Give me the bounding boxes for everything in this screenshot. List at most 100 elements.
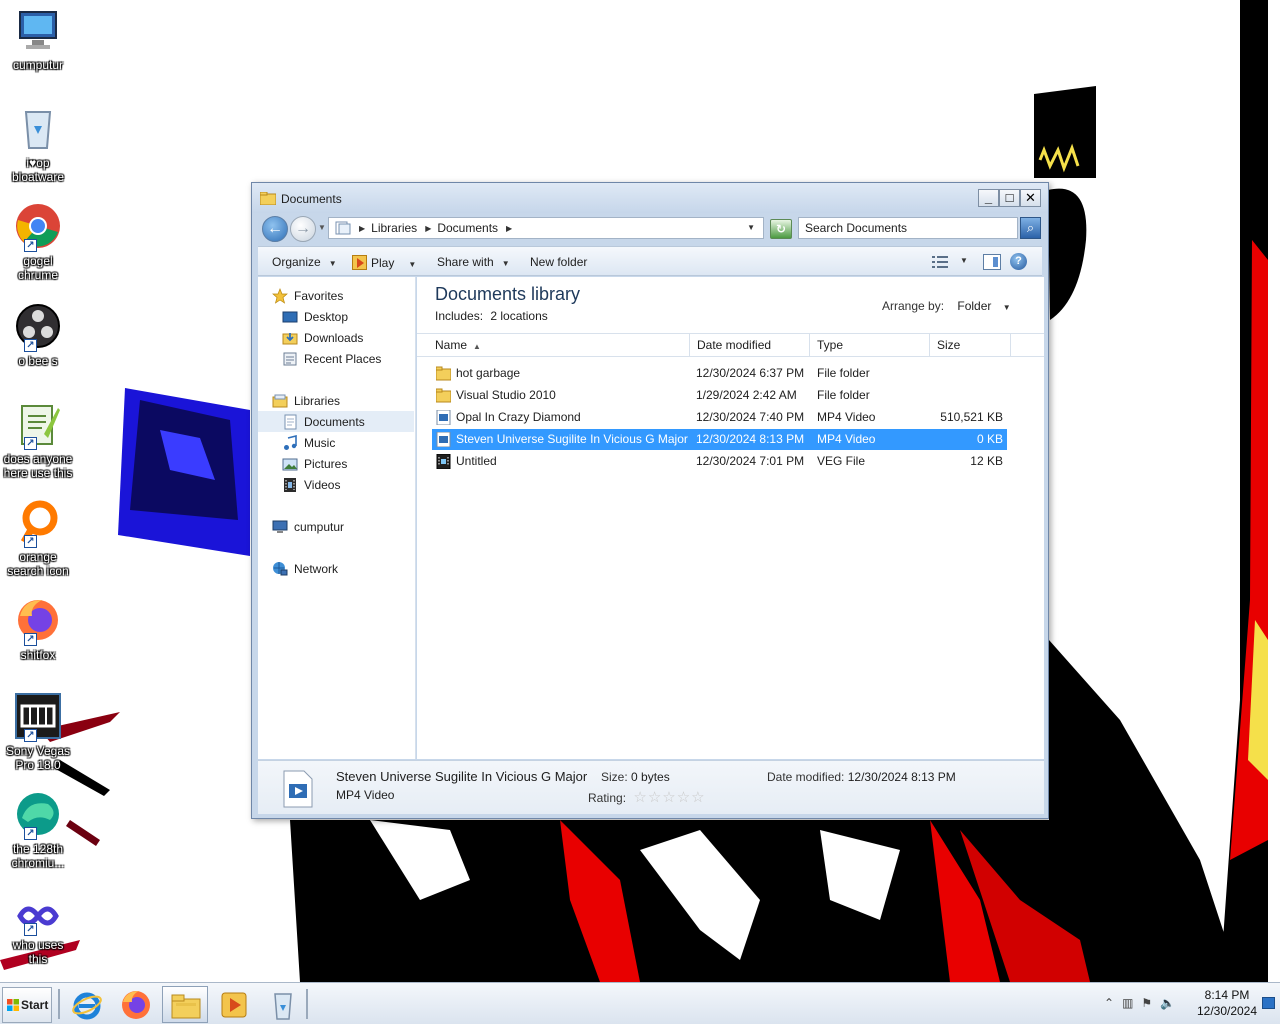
- nav-libraries[interactable]: Libraries: [258, 390, 414, 411]
- nav-desktop[interactable]: Desktop: [258, 306, 414, 327]
- action-center-flag-icon[interactable]: ⚑: [1141, 996, 1152, 1010]
- nav-label: Network: [294, 561, 339, 576]
- organize-menu[interactable]: Organize ▼: [272, 255, 337, 269]
- firefox-icon: [122, 991, 150, 1019]
- locations-link[interactable]: 2 locations: [490, 309, 547, 323]
- star-icon: [272, 287, 288, 304]
- nav-downloads[interactable]: Downloads: [258, 327, 414, 348]
- desktop-icon-computer[interactable]: cumputur: [2, 6, 74, 72]
- file-row[interactable]: Untitled 12/30/2024 7:01 PM VEG File 12 …: [432, 451, 1007, 472]
- file-row[interactable]: Visual Studio 2010 1/29/2024 2:42 AM Fil…: [432, 385, 1007, 406]
- nav-videos[interactable]: Videos: [258, 474, 414, 495]
- libraries-icon: [272, 394, 288, 407]
- nav-label: Downloads: [304, 330, 364, 345]
- nav-documents[interactable]: Documents: [258, 411, 414, 432]
- shortcut-arrow-icon: ↗: [24, 729, 37, 742]
- computer-icon: [19, 11, 57, 49]
- nav-computer[interactable]: cumputur: [258, 516, 414, 537]
- nav-label: Favorites: [294, 288, 344, 303]
- close-button[interactable]: ✕: [1020, 189, 1041, 207]
- clock[interactable]: 8:14 PM 12/30/2024: [1192, 987, 1262, 1019]
- desktop-icon-firefox[interactable]: ↗ shitfox: [2, 596, 74, 662]
- shortcut-arrow-icon: ↗: [24, 437, 37, 450]
- shortcut-arrow-icon: ↗: [24, 535, 37, 548]
- view-options-dropdown-icon[interactable]: ▼: [960, 256, 968, 265]
- recycle-bin-icon: [274, 993, 292, 1020]
- nav-recent-places[interactable]: Recent Places: [258, 348, 414, 369]
- show-hidden-icons-icon[interactable]: ⌃: [1104, 996, 1114, 1010]
- help-icon[interactable]: ?: [1010, 253, 1027, 270]
- column-header-name[interactable]: Name ▲: [428, 334, 690, 356]
- column-header-date[interactable]: Date modified: [690, 334, 810, 356]
- refresh-button[interactable]: ↻: [770, 219, 792, 239]
- rating-stars-icon[interactable]: ☆☆☆☆☆: [633, 789, 705, 806]
- taskbar-recycle-bin[interactable]: [260, 986, 306, 1023]
- file-date: 12/30/2024 7:01 PM: [696, 454, 805, 468]
- address-bar[interactable]: ▶ Libraries ▶ Documents ▶ ▼: [328, 217, 764, 239]
- network-tray-icon[interactable]: ▥: [1122, 996, 1133, 1010]
- breadcrumb-separator-icon[interactable]: ▶: [359, 224, 365, 233]
- taskbar-firefox[interactable]: [113, 986, 159, 1023]
- nav-label: Pictures: [304, 456, 348, 471]
- new-folder-button[interactable]: New folder: [530, 255, 587, 269]
- nav-network[interactable]: Network: [258, 558, 414, 579]
- navigation-pane: Favorites Desktop Downloads Recent Place…: [258, 277, 416, 759]
- forward-button[interactable]: →: [290, 216, 316, 242]
- taskbar-media-player[interactable]: [211, 986, 257, 1023]
- desktop-icon-visual-studio[interactable]: ↗ who uses this: [2, 898, 74, 966]
- maximize-button[interactable]: □: [999, 189, 1020, 207]
- internet-explorer-icon: [72, 992, 102, 1020]
- volume-icon[interactable]: 🔈: [1160, 996, 1175, 1010]
- desktop-icon: [282, 311, 298, 322]
- taskbar: Start ⌃ ▥ ⚑ 🔈 8:14 PM 12/30/2024: [0, 982, 1280, 1024]
- column-header-size[interactable]: Size: [930, 334, 1011, 356]
- desktop-icon-label: Sony Vegas Pro 18.0: [5, 744, 71, 772]
- file-row[interactable]: Opal In Crazy Diamond 12/30/2024 7:40 PM…: [432, 407, 1007, 428]
- show-desktop-button[interactable]: [1262, 997, 1275, 1009]
- documents-icon: [284, 414, 297, 429]
- minimize-button[interactable]: _: [978, 189, 999, 207]
- file-name: Visual Studio 2010: [456, 388, 556, 402]
- play-menu[interactable]: Play ▼: [352, 255, 416, 270]
- breadcrumb-separator-icon[interactable]: ▶: [425, 224, 431, 233]
- start-button[interactable]: Start: [2, 987, 52, 1023]
- breadcrumb-documents[interactable]: Documents: [437, 221, 498, 235]
- preview-pane-icon[interactable]: [983, 254, 1001, 270]
- file-row-selected[interactable]: Steven Universe Sugilite In Vicious G Ma…: [432, 429, 1007, 450]
- chevron-down-icon: ▼: [328, 259, 337, 268]
- column-headers: Name ▲ Date modified Type Size: [417, 333, 1044, 357]
- nav-label: Documents: [304, 414, 365, 429]
- taskbar-explorer[interactable]: [162, 986, 208, 1023]
- arrange-by[interactable]: Arrange by: Folder ▼: [882, 299, 1011, 313]
- desktop-icon-edge[interactable]: ↗ the 128th chromiu...: [2, 790, 74, 870]
- desktop-icon-chrome[interactable]: ↗ gogel chrume: [2, 202, 74, 282]
- share-with-menu[interactable]: Share with ▼: [437, 255, 510, 269]
- file-list-pane: Documents library Includes: 2 locations …: [417, 277, 1044, 759]
- title-bar[interactable]: Documents _ □ ✕: [252, 183, 1048, 213]
- desktop-icon-obs[interactable]: ↗ o bee s: [2, 302, 74, 368]
- desktop-icon-vegas[interactable]: ↗ Sony Vegas Pro 18.0: [2, 692, 74, 772]
- nav-pictures[interactable]: Pictures: [258, 453, 414, 474]
- nav-label: cumputur: [294, 519, 345, 534]
- column-header-type[interactable]: Type: [810, 334, 930, 356]
- address-dropdown-icon[interactable]: ▼: [747, 223, 755, 232]
- taskbar-internet-explorer[interactable]: [64, 986, 110, 1023]
- recent-pages-dropdown-icon[interactable]: ▼: [318, 223, 326, 232]
- details-rating: Rating: ☆☆☆☆☆: [588, 788, 706, 806]
- desktop-icon-notepad[interactable]: ↗ does anyone here use this: [2, 400, 74, 480]
- desktop-icon-recycle-bin[interactable]: i♥op bloatware: [2, 104, 74, 184]
- change-view-icon[interactable]: [931, 255, 949, 269]
- breadcrumb-libraries[interactable]: Libraries: [371, 221, 417, 235]
- file-size: 510,521 KB: [940, 410, 1003, 424]
- search-input[interactable]: Search Documents: [798, 217, 1018, 239]
- chrome-icon: [16, 204, 60, 248]
- breadcrumb-separator-icon[interactable]: ▶: [506, 224, 512, 233]
- sort-ascending-icon: ▲: [473, 342, 481, 351]
- file-row[interactable]: hot garbage 12/30/2024 6:37 PM File fold…: [432, 363, 1007, 384]
- desktop-icon-search[interactable]: ↗ orange search icon: [2, 498, 74, 578]
- explorer-icon: [171, 994, 201, 1019]
- back-button[interactable]: ←: [262, 216, 288, 242]
- search-button[interactable]: ⌕: [1020, 217, 1041, 239]
- nav-music[interactable]: Music: [258, 432, 414, 453]
- nav-favorites[interactable]: Favorites: [258, 285, 414, 306]
